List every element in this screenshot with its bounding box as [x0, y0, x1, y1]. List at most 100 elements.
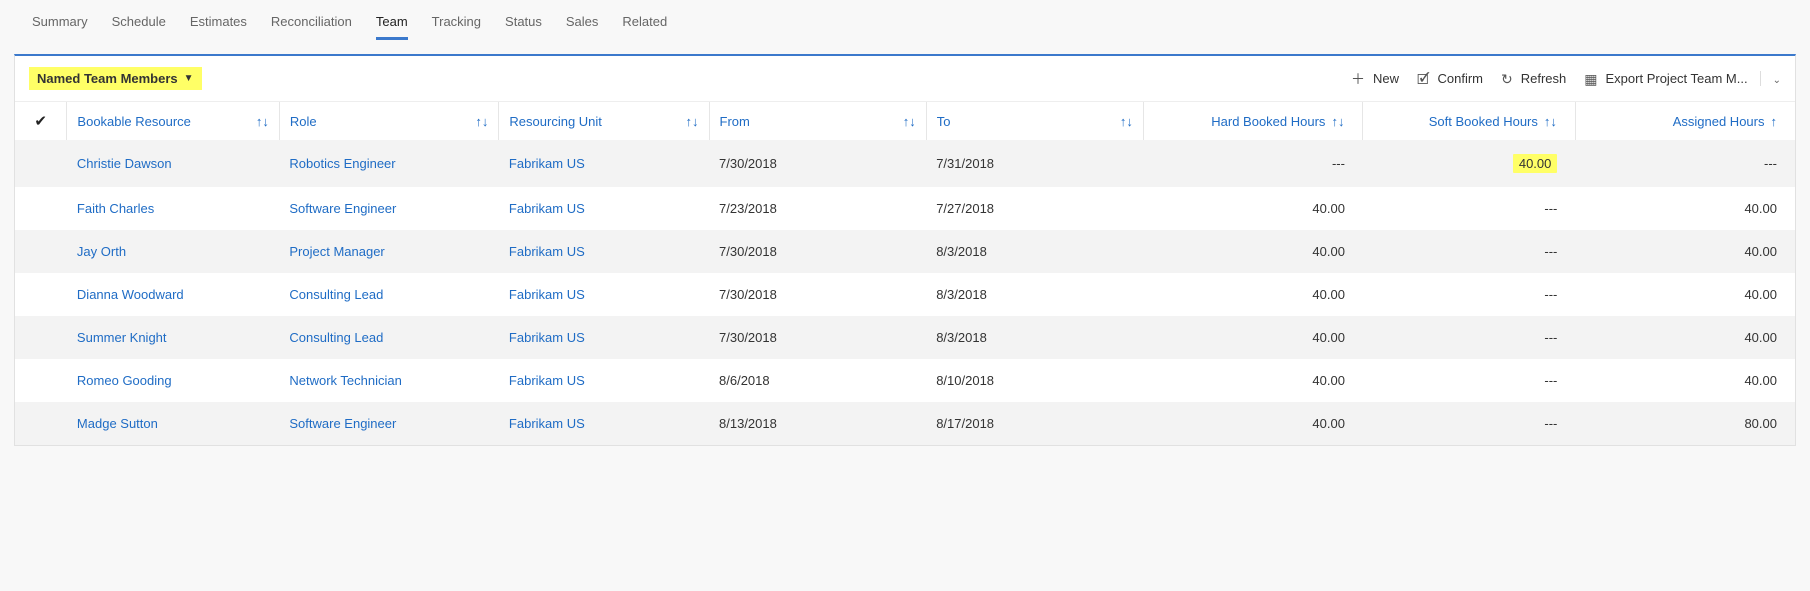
tab-estimates[interactable]: Estimates [190, 10, 247, 40]
header-row: ✔ Bookable Resource↑↓ Role↑↓ Resourcing … [15, 102, 1795, 140]
cell-resource[interactable]: Summer Knight [67, 316, 279, 359]
sort-icon: ↑ [1771, 114, 1778, 129]
cell-assigned: --- [1575, 140, 1795, 187]
row-selector[interactable] [15, 187, 67, 230]
cell-hard-booked: 40.00 [1143, 316, 1363, 359]
select-all-header[interactable]: ✔ [15, 102, 67, 140]
tab-sales[interactable]: Sales [566, 10, 599, 40]
cell-hard-booked: 40.00 [1143, 359, 1363, 402]
sort-icon: ↑↓ [1331, 114, 1344, 129]
sort-icon: ↑↓ [686, 114, 699, 129]
cell-unit[interactable]: Fabrikam US [499, 402, 709, 445]
cell-role[interactable]: Consulting Lead [279, 273, 499, 316]
cell-resource[interactable]: Dianna Woodward [67, 273, 279, 316]
cell-from: 7/30/2018 [709, 140, 926, 187]
col-bookable-resource[interactable]: Bookable Resource↑↓ [67, 102, 279, 140]
cell-from: 8/13/2018 [709, 402, 926, 445]
cell-from: 7/30/2018 [709, 316, 926, 359]
table-row[interactable]: Madge SuttonSoftware EngineerFabrikam US… [15, 402, 1795, 445]
cell-resource[interactable]: Jay Orth [67, 230, 279, 273]
row-selector[interactable] [15, 230, 67, 273]
table-row[interactable]: Dianna WoodwardConsulting LeadFabrikam U… [15, 273, 1795, 316]
refresh-label: Refresh [1521, 71, 1567, 86]
row-selector[interactable] [15, 359, 67, 402]
cell-hard-booked: --- [1143, 140, 1363, 187]
cell-soft-booked: --- [1363, 402, 1575, 445]
col-hard-booked[interactable]: Hard Booked Hours↑↓ [1143, 102, 1363, 140]
cell-to: 7/31/2018 [926, 140, 1143, 187]
cell-resource[interactable]: Madge Sutton [67, 402, 279, 445]
row-selector[interactable] [15, 140, 67, 187]
cell-to: 8/17/2018 [926, 402, 1143, 445]
table-row[interactable]: Summer KnightConsulting LeadFabrikam US7… [15, 316, 1795, 359]
cell-role[interactable]: Software Engineer [279, 402, 499, 445]
refresh-icon: ↻ [1501, 72, 1513, 86]
cell-soft-booked: --- [1363, 273, 1575, 316]
more-commands-button[interactable]: ⌄ [1760, 71, 1781, 86]
cell-role[interactable]: Consulting Lead [279, 316, 499, 359]
table-row[interactable]: Romeo GoodingNetwork TechnicianFabrikam … [15, 359, 1795, 402]
row-selector[interactable] [15, 402, 67, 445]
toolbar: Named Team Members ▼ ＋ New 🗹 Confirm ↻ R… [15, 56, 1795, 102]
cell-unit[interactable]: Fabrikam US [499, 140, 709, 187]
tab-schedule[interactable]: Schedule [112, 10, 166, 40]
cell-to: 8/3/2018 [926, 273, 1143, 316]
cell-to: 8/10/2018 [926, 359, 1143, 402]
tab-related[interactable]: Related [622, 10, 667, 40]
col-to[interactable]: To↑↓ [926, 102, 1143, 140]
cell-hard-booked: 40.00 [1143, 187, 1363, 230]
sort-icon: ↑↓ [256, 114, 269, 129]
row-selector[interactable] [15, 316, 67, 359]
sort-icon: ↑↓ [903, 114, 916, 129]
tab-team[interactable]: Team [376, 10, 408, 40]
cell-unit[interactable]: Fabrikam US [499, 316, 709, 359]
tab-tracking[interactable]: Tracking [432, 10, 481, 40]
tab-summary[interactable]: Summary [32, 10, 88, 40]
cell-to: 8/3/2018 [926, 230, 1143, 273]
view-name: Named Team Members [37, 71, 178, 86]
cell-soft-booked: --- [1363, 359, 1575, 402]
plus-icon: ＋ [1351, 72, 1365, 86]
cell-resource[interactable]: Christie Dawson [67, 140, 279, 187]
cell-hard-booked: 40.00 [1143, 402, 1363, 445]
cell-role[interactable]: Robotics Engineer [279, 140, 499, 187]
confirm-button[interactable]: 🗹 Confirm [1417, 71, 1483, 86]
cell-assigned: 40.00 [1575, 316, 1795, 359]
cell-unit[interactable]: Fabrikam US [499, 273, 709, 316]
view-selector[interactable]: Named Team Members ▼ [29, 67, 202, 90]
tab-status[interactable]: Status [505, 10, 542, 40]
table-row[interactable]: Christie DawsonRobotics EngineerFabrikam… [15, 140, 1795, 187]
table-row[interactable]: Jay OrthProject ManagerFabrikam US7/30/2… [15, 230, 1795, 273]
excel-icon: ▦ [1584, 72, 1597, 86]
cell-unit[interactable]: Fabrikam US [499, 359, 709, 402]
tab-bar: Summary Schedule Estimates Reconciliation Te… [8, 0, 1802, 40]
col-role[interactable]: Role↑↓ [279, 102, 499, 140]
cell-unit[interactable]: Fabrikam US [499, 230, 709, 273]
cell-soft-booked: --- [1363, 316, 1575, 359]
tab-reconciliation[interactable]: Reconciliation [271, 10, 352, 40]
table-row[interactable]: Faith CharlesSoftware EngineerFabrikam U… [15, 187, 1795, 230]
cell-resource[interactable]: Faith Charles [67, 187, 279, 230]
cell-from: 7/30/2018 [709, 273, 926, 316]
refresh-button[interactable]: ↻ Refresh [1501, 71, 1566, 86]
cell-from: 7/23/2018 [709, 187, 926, 230]
cell-resource[interactable]: Romeo Gooding [67, 359, 279, 402]
team-panel: Named Team Members ▼ ＋ New 🗹 Confirm ↻ R… [14, 54, 1796, 446]
col-assigned[interactable]: Assigned Hours↑ [1575, 102, 1795, 140]
cell-soft-booked: --- [1363, 187, 1575, 230]
col-resourcing-unit[interactable]: Resourcing Unit↑↓ [499, 102, 709, 140]
export-button[interactable]: ▦ Export Project Team M... [1584, 71, 1747, 86]
row-selector[interactable] [15, 273, 67, 316]
cell-role[interactable]: Network Technician [279, 359, 499, 402]
col-from[interactable]: From↑↓ [709, 102, 926, 140]
sort-icon: ↑↓ [1544, 114, 1557, 129]
cell-soft-booked: 40.00 [1363, 140, 1575, 187]
col-soft-booked[interactable]: Soft Booked Hours↑↓ [1363, 102, 1575, 140]
sort-icon: ↑↓ [1120, 114, 1133, 129]
new-button[interactable]: ＋ New [1351, 71, 1399, 86]
export-label: Export Project Team M... [1606, 71, 1748, 86]
cell-role[interactable]: Software Engineer [279, 187, 499, 230]
cell-role[interactable]: Project Manager [279, 230, 499, 273]
cell-unit[interactable]: Fabrikam US [499, 187, 709, 230]
cell-assigned: 80.00 [1575, 402, 1795, 445]
